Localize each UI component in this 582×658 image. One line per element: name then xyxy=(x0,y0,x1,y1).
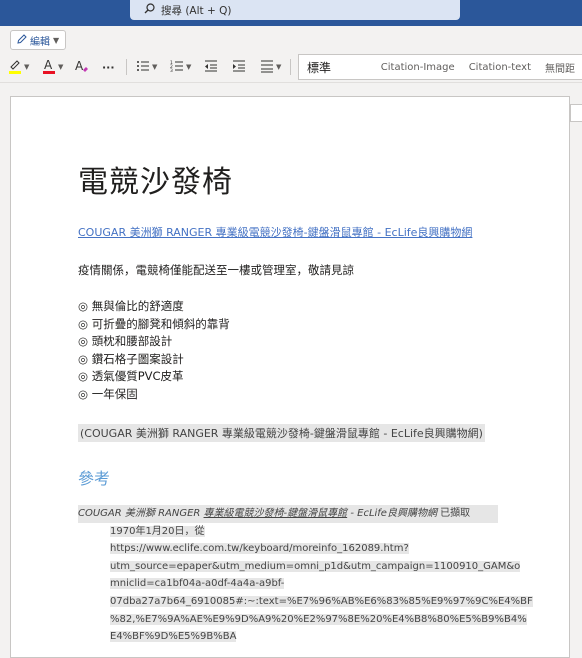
chevron-down-icon[interactable]: ▼ xyxy=(276,63,281,71)
chevron-down-icon[interactable]: ▼ xyxy=(24,63,29,71)
font-color-button[interactable]: A ▼ xyxy=(42,58,63,76)
reference-site: - EcLife良興購物網 xyxy=(347,508,437,519)
search-placeholder: 搜尋 (Alt + Q) xyxy=(161,4,232,17)
pencil-icon xyxy=(17,33,27,47)
highlighter-icon xyxy=(8,58,22,77)
increase-indent-button[interactable] xyxy=(232,58,246,76)
toolbar-divider xyxy=(290,59,291,75)
title-bar: 搜尋 (Alt + Q) xyxy=(0,0,582,26)
reference-line: mniclid=ca1bf04a-a0df-4a4a-a9bf- xyxy=(110,578,285,590)
reference-line: %82,%E7%9A%AE%E9%9D%A9%20%E2%97%8E%20%E4… xyxy=(110,613,527,625)
editing-mode-button[interactable]: 編輯 ▼ xyxy=(10,30,67,50)
scrollbar-handle[interactable] xyxy=(570,104,582,122)
chevron-down-icon: ▼ xyxy=(53,35,60,45)
bibliography-entry[interactable]: COUGAR 美洲獅 RANGER 專業級電競沙發椅-鍵盤滑鼠專館 - EcLi… xyxy=(78,505,533,646)
styles-gallery: 標準 Citation-Image Citation-text 無間距 xyxy=(298,54,582,80)
highlight-color-button[interactable]: ▼ xyxy=(8,58,29,76)
align-left-icon xyxy=(260,59,274,76)
document-page[interactable]: 電競沙發椅 COUGAR 美洲獅 RANGER 專業級電競沙發椅-鍵盤滑鼠專館 … xyxy=(10,96,570,658)
feature-item: ◎ 頭枕和腰部設計 xyxy=(78,334,173,349)
svg-text:A: A xyxy=(75,59,84,73)
reference-line: utm_source=epaper&utm_medium=omni_p1d&ut… xyxy=(110,560,521,572)
more-options-button[interactable]: ··· xyxy=(102,58,115,76)
style-citation-image[interactable]: Citation-Image xyxy=(381,62,455,73)
feature-item: ◎ 鑽石格子圖案設計 xyxy=(78,351,184,366)
ribbon-mode-bar: 編輯 ▼ xyxy=(0,26,582,52)
numbered-list-icon: 123 xyxy=(170,59,184,76)
reference-line: 07dba27a7b64_6910085#:~:text=%E7%96%AB%E… xyxy=(110,595,533,607)
clear-formatting-button[interactable]: A xyxy=(74,58,90,76)
style-no-spacing[interactable]: 無間距 xyxy=(545,60,575,75)
decrease-indent-button[interactable] xyxy=(204,58,218,76)
reference-retrieved: 已擷取 xyxy=(436,508,471,519)
numbering-button[interactable]: 123 ▼ xyxy=(170,58,191,76)
align-button[interactable]: ▼ xyxy=(260,58,281,76)
product-link[interactable]: COUGAR 美洲獅 RANGER 專業級電競沙發椅-鍵盤滑鼠專館 - EcLi… xyxy=(78,224,472,240)
increase-indent-icon xyxy=(232,59,246,76)
search-icon xyxy=(144,3,155,17)
references-heading: 參考 xyxy=(78,469,111,488)
feature-item: ◎ 可折疊的腳凳和傾斜的靠背 xyxy=(78,316,230,331)
reference-title: 專業級電競沙發椅-鍵盤滑鼠專館 xyxy=(203,508,348,519)
decrease-indent-icon xyxy=(204,59,218,76)
feature-item: ◎ 無與倫比的舒適度 xyxy=(78,299,184,313)
chevron-down-icon[interactable]: ▼ xyxy=(58,63,63,71)
style-citation-text[interactable]: Citation-text xyxy=(469,62,531,73)
document-title: 電競沙發椅 xyxy=(78,165,233,200)
chevron-down-icon[interactable]: ▼ xyxy=(186,63,191,71)
inline-citation[interactable]: (COUGAR 美洲獅 RANGER 專業級電競沙發椅-鍵盤滑鼠專館 - EcL… xyxy=(78,424,485,442)
search-box[interactable]: 搜尋 (Alt + Q) xyxy=(130,0,460,20)
feature-item: ◎ 透氣優質PVC皮革 xyxy=(78,369,184,384)
svg-text:3: 3 xyxy=(170,68,173,73)
bullet-list-icon xyxy=(136,59,150,76)
reference-author: COUGAR 美洲獅 RANGER xyxy=(78,508,204,519)
font-color-icon: A xyxy=(42,58,56,77)
feature-list: ◎ 無與倫比的舒適度 ◎ 可折疊的腳凳和傾斜的靠背 ◎ 頭枕和腰部設計 ◎ 鑽石… xyxy=(78,298,230,404)
bullets-button[interactable]: ▼ xyxy=(136,58,157,76)
reference-line: E4%BF%9D%E5%9B%BA xyxy=(110,631,237,643)
toolbar-divider xyxy=(126,59,127,75)
delivery-notice: 疫情關係，電競椅僅能配送至一樓或管理室，敬請見諒 xyxy=(78,263,354,277)
svg-text:A: A xyxy=(44,58,53,72)
reference-first-line: COUGAR 美洲獅 RANGER 專業級電競沙發椅-鍵盤滑鼠專館 - EcLi… xyxy=(78,505,498,523)
reference-line: 1970年1月20日，從 https://www.eclife.com.tw/k… xyxy=(110,525,409,555)
chevron-down-icon[interactable]: ▼ xyxy=(152,63,157,71)
editing-mode-label: 編輯 xyxy=(30,36,50,48)
style-normal[interactable]: 標準 xyxy=(307,59,381,76)
clear-formatting-icon: A xyxy=(74,58,90,77)
feature-item: ◎ 一年保固 xyxy=(78,386,138,401)
